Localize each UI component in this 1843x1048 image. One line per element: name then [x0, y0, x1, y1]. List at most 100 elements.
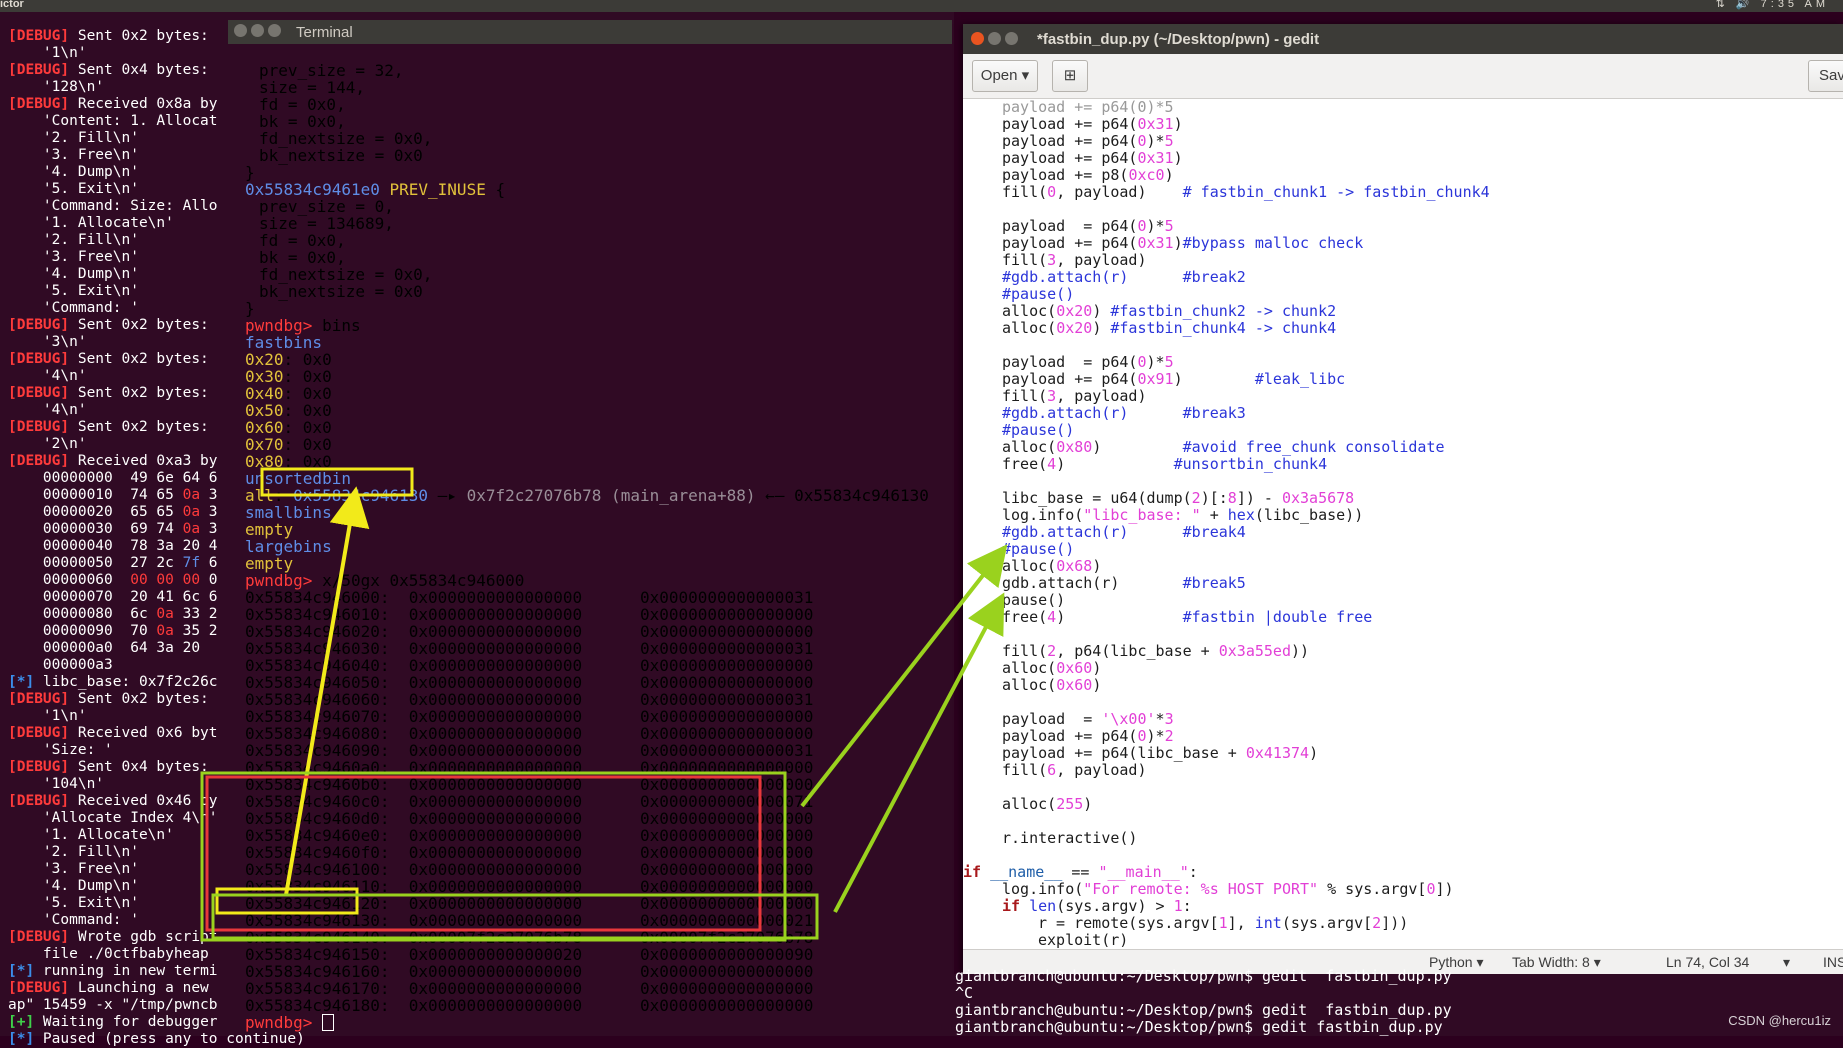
window-controls[interactable] — [971, 32, 1022, 49]
watermark: CSDN @hercu1iz — [1728, 1013, 1831, 1028]
code-editor[interactable]: payload += p64(0)*5 payload += p64(0x31) p… — [963, 99, 1843, 949]
code-line: exploit(r) — [1038, 931, 1129, 949]
gdb-line: 0x30: 0x0 — [245, 367, 332, 386]
terminal-line: [+] Waiting for debugger — [8, 1014, 218, 1030]
terminal-line: '1\n' — [8, 45, 87, 61]
terminal-line: 00000070 20 41 6c 6 — [8, 589, 218, 605]
terminal-line: [DEBUG] Received 0x6 byt — [8, 725, 218, 741]
gdb-line: empty — [245, 520, 294, 539]
cursor-position: Ln 74, Col 34 — [1666, 954, 1750, 970]
gdb-line: 0x55834c946010: 0x0000000000000000 0x000… — [245, 605, 814, 624]
save-label: Save — [1819, 67, 1843, 84]
gdb-line: fd = 0x0, — [259, 95, 346, 114]
close-icon[interactable] — [234, 24, 247, 37]
terminal-line: '4\n' — [8, 368, 87, 384]
terminal-line: 00000030 69 74 0a 3 — [8, 521, 218, 537]
gdb-line: 0x55834c946110: 0x0000000000000000 0x000… — [245, 877, 814, 896]
gdb-line: pwndbg> — [245, 1014, 335, 1031]
dropdown-icon[interactable]: ▾ — [1783, 954, 1790, 971]
terminal-line: [*] Paused (press any to continue) — [8, 1031, 305, 1047]
gdb-line: prev_size = 0, — [259, 197, 394, 216]
gdb-line: 0x20: 0x0 — [245, 350, 332, 369]
tab-width-selector[interactable]: Tab Width: 8 ▾ — [1512, 954, 1601, 971]
gdb-line: bk_nextsize = 0x0 — [259, 146, 423, 165]
gedit-titlebar[interactable]: *fastbin_dup.py (~/Desktop/pwn) - gedit — [963, 24, 1843, 54]
gdb-line: 0x55834c9460c0: 0x0000000000000000 0x000… — [245, 792, 814, 811]
terminal-line: 00000010 74 65 0a 3 — [8, 487, 218, 503]
terminal-line: '5. Exit\n' — [8, 283, 139, 299]
gedit-toolbar: Open ▾ ⊞ Save — [963, 54, 1843, 99]
system-top-bar: ictor ⇅ 🔊 7:35 AM — [0, 0, 1843, 12]
code-line: if len(sys.argv) > 1: — [1002, 897, 1192, 915]
terminal-line: [DEBUG] Sent 0x2 bytes: — [8, 691, 209, 707]
minimize-icon[interactable] — [251, 24, 264, 37]
terminal-line: file ./0ctfbabyheap — [8, 946, 209, 962]
terminal-line: 000000a0 64 3a 20 — [8, 640, 209, 656]
gdb-line: fastbins — [245, 333, 323, 352]
terminal-line: 00000050 27 2c 7f 6 — [8, 555, 218, 571]
chevron-down-icon: ▾ — [1021, 67, 1030, 84]
code-line: payload += p64(0)*2 — [1002, 727, 1174, 745]
gdb-line: } — [245, 163, 255, 182]
maximize-icon[interactable] — [268, 24, 281, 37]
gdb-line: 0x55834c946040: 0x0000000000000000 0x000… — [245, 656, 814, 675]
gdb-line: 0x55834c9460f0: 0x0000000000000000 0x000… — [245, 843, 814, 862]
gdb-line: smallbins — [245, 503, 332, 522]
close-icon[interactable] — [971, 32, 984, 45]
system-tray[interactable]: ⇅ 🔊 7:35 AM — [1716, 0, 1829, 10]
gdb-line: 0x55834c9460d0: 0x0000000000000000 0x000… — [245, 809, 814, 828]
code-line: fill(2, p64(libc_base + 0x3a55ed)) — [1002, 642, 1310, 660]
gdb-line: 0x55834c946100: 0x0000000000000000 0x000… — [245, 860, 814, 879]
code-line: alloc(0x80) #avoid free_chunk consolidat… — [1002, 438, 1445, 456]
new-tab-button[interactable]: ⊞ — [1052, 60, 1088, 92]
window-title: Terminal — [296, 24, 353, 41]
code-line: free(4) #unsortbin_chunk4 — [1002, 455, 1328, 473]
code-line: #gdb.attach(r) #break3 — [1002, 404, 1246, 422]
open-button[interactable]: Open ▾ — [972, 60, 1038, 92]
code-line: #gdb.attach(r) #break2 — [1002, 268, 1246, 286]
code-line: alloc(0x60) — [1002, 659, 1102, 677]
terminal-line: '1. Allocate\n' — [8, 215, 174, 231]
terminal-line: '4. Dump\n' — [8, 266, 139, 282]
code-line: if __name__ == "__main__": — [963, 863, 1198, 881]
gdb-line: 0x55834c946090: 0x0000000000000000 0x000… — [245, 741, 814, 760]
code-line: fill(3, payload) — [1002, 251, 1147, 269]
gdb-line: 0x55834c946140: 0x00007f2c27076b78 0x000… — [245, 928, 814, 947]
code-line: alloc(0x20) #fastbin_chunk4 -> chunk4 — [1002, 319, 1337, 337]
terminal-line: [DEBUG] Wrote gdb script — [8, 929, 218, 945]
terminal-line: 'Size: ' — [8, 742, 113, 758]
terminal-line: [DEBUG] Received 0x8a by — [8, 96, 218, 112]
code-line: payload += p64(0x31)#bypass malloc check — [1002, 234, 1364, 252]
terminal-line: [DEBUG] Launching a new — [8, 980, 209, 996]
shell-line: giantbranch@ubuntu:~/Desktop/pwn$ gedit … — [955, 1018, 1443, 1036]
gdb-line: 0x55834c946120: 0x0000000000000000 0x000… — [245, 894, 814, 913]
shell-terminal[interactable]: giantbranch@ubuntu:~/Desktop/pwn$ gedit … — [951, 968, 1843, 1036]
gedit-window[interactable]: *fastbin_dup.py (~/Desktop/pwn) - gedit … — [963, 24, 1843, 975]
shell-line: giantbranch@ubuntu:~/Desktop/pwn$ gedit … — [955, 1001, 1452, 1019]
gdb-line: fd_nextsize = 0x0, — [259, 265, 433, 284]
code-line: alloc(0x68) — [1002, 557, 1102, 575]
shell-line: ^C — [955, 984, 974, 1002]
code-line: gdb.attach(r) #break5 — [1002, 574, 1246, 592]
minimize-icon[interactable] — [988, 32, 1001, 45]
code-line: r = remote(sys.argv[1], int(sys.argv[2])… — [1038, 914, 1409, 932]
terminal-line: 00000090 70 0a 35 2 — [8, 623, 218, 639]
maximize-icon[interactable] — [1005, 32, 1018, 45]
gdb-line: pwndbg> bins — [245, 316, 361, 335]
terminal-line: '2. Fill\n' — [8, 232, 139, 248]
gdb-line: bk = 0x0, — [259, 248, 346, 267]
open-label: Open — [980, 67, 1018, 84]
gdb-line: largebins — [245, 537, 332, 556]
terminal-line: '2. Fill\n' — [8, 844, 139, 860]
code-line: payload += p64(0x31) — [1002, 149, 1183, 167]
save-button[interactable]: Save — [1808, 60, 1843, 92]
gdb-line: 0x55834c9460e0: 0x0000000000000000 0x000… — [245, 826, 814, 845]
window-controls[interactable] — [234, 24, 285, 41]
gdb-line: 0x55834c946050: 0x0000000000000000 0x000… — [245, 673, 814, 692]
terminal-line: '5. Exit\n' — [8, 181, 139, 197]
code-line: #gdb.attach(r) #break4 — [1002, 523, 1246, 541]
gdb-line: fd_nextsize = 0x0, — [259, 129, 433, 148]
insert-mode: INS — [1823, 954, 1843, 970]
terminal-line: 00000020 65 65 0a 3 — [8, 504, 218, 520]
gdb-terminal-titlebar[interactable]: Terminal — [228, 20, 952, 44]
